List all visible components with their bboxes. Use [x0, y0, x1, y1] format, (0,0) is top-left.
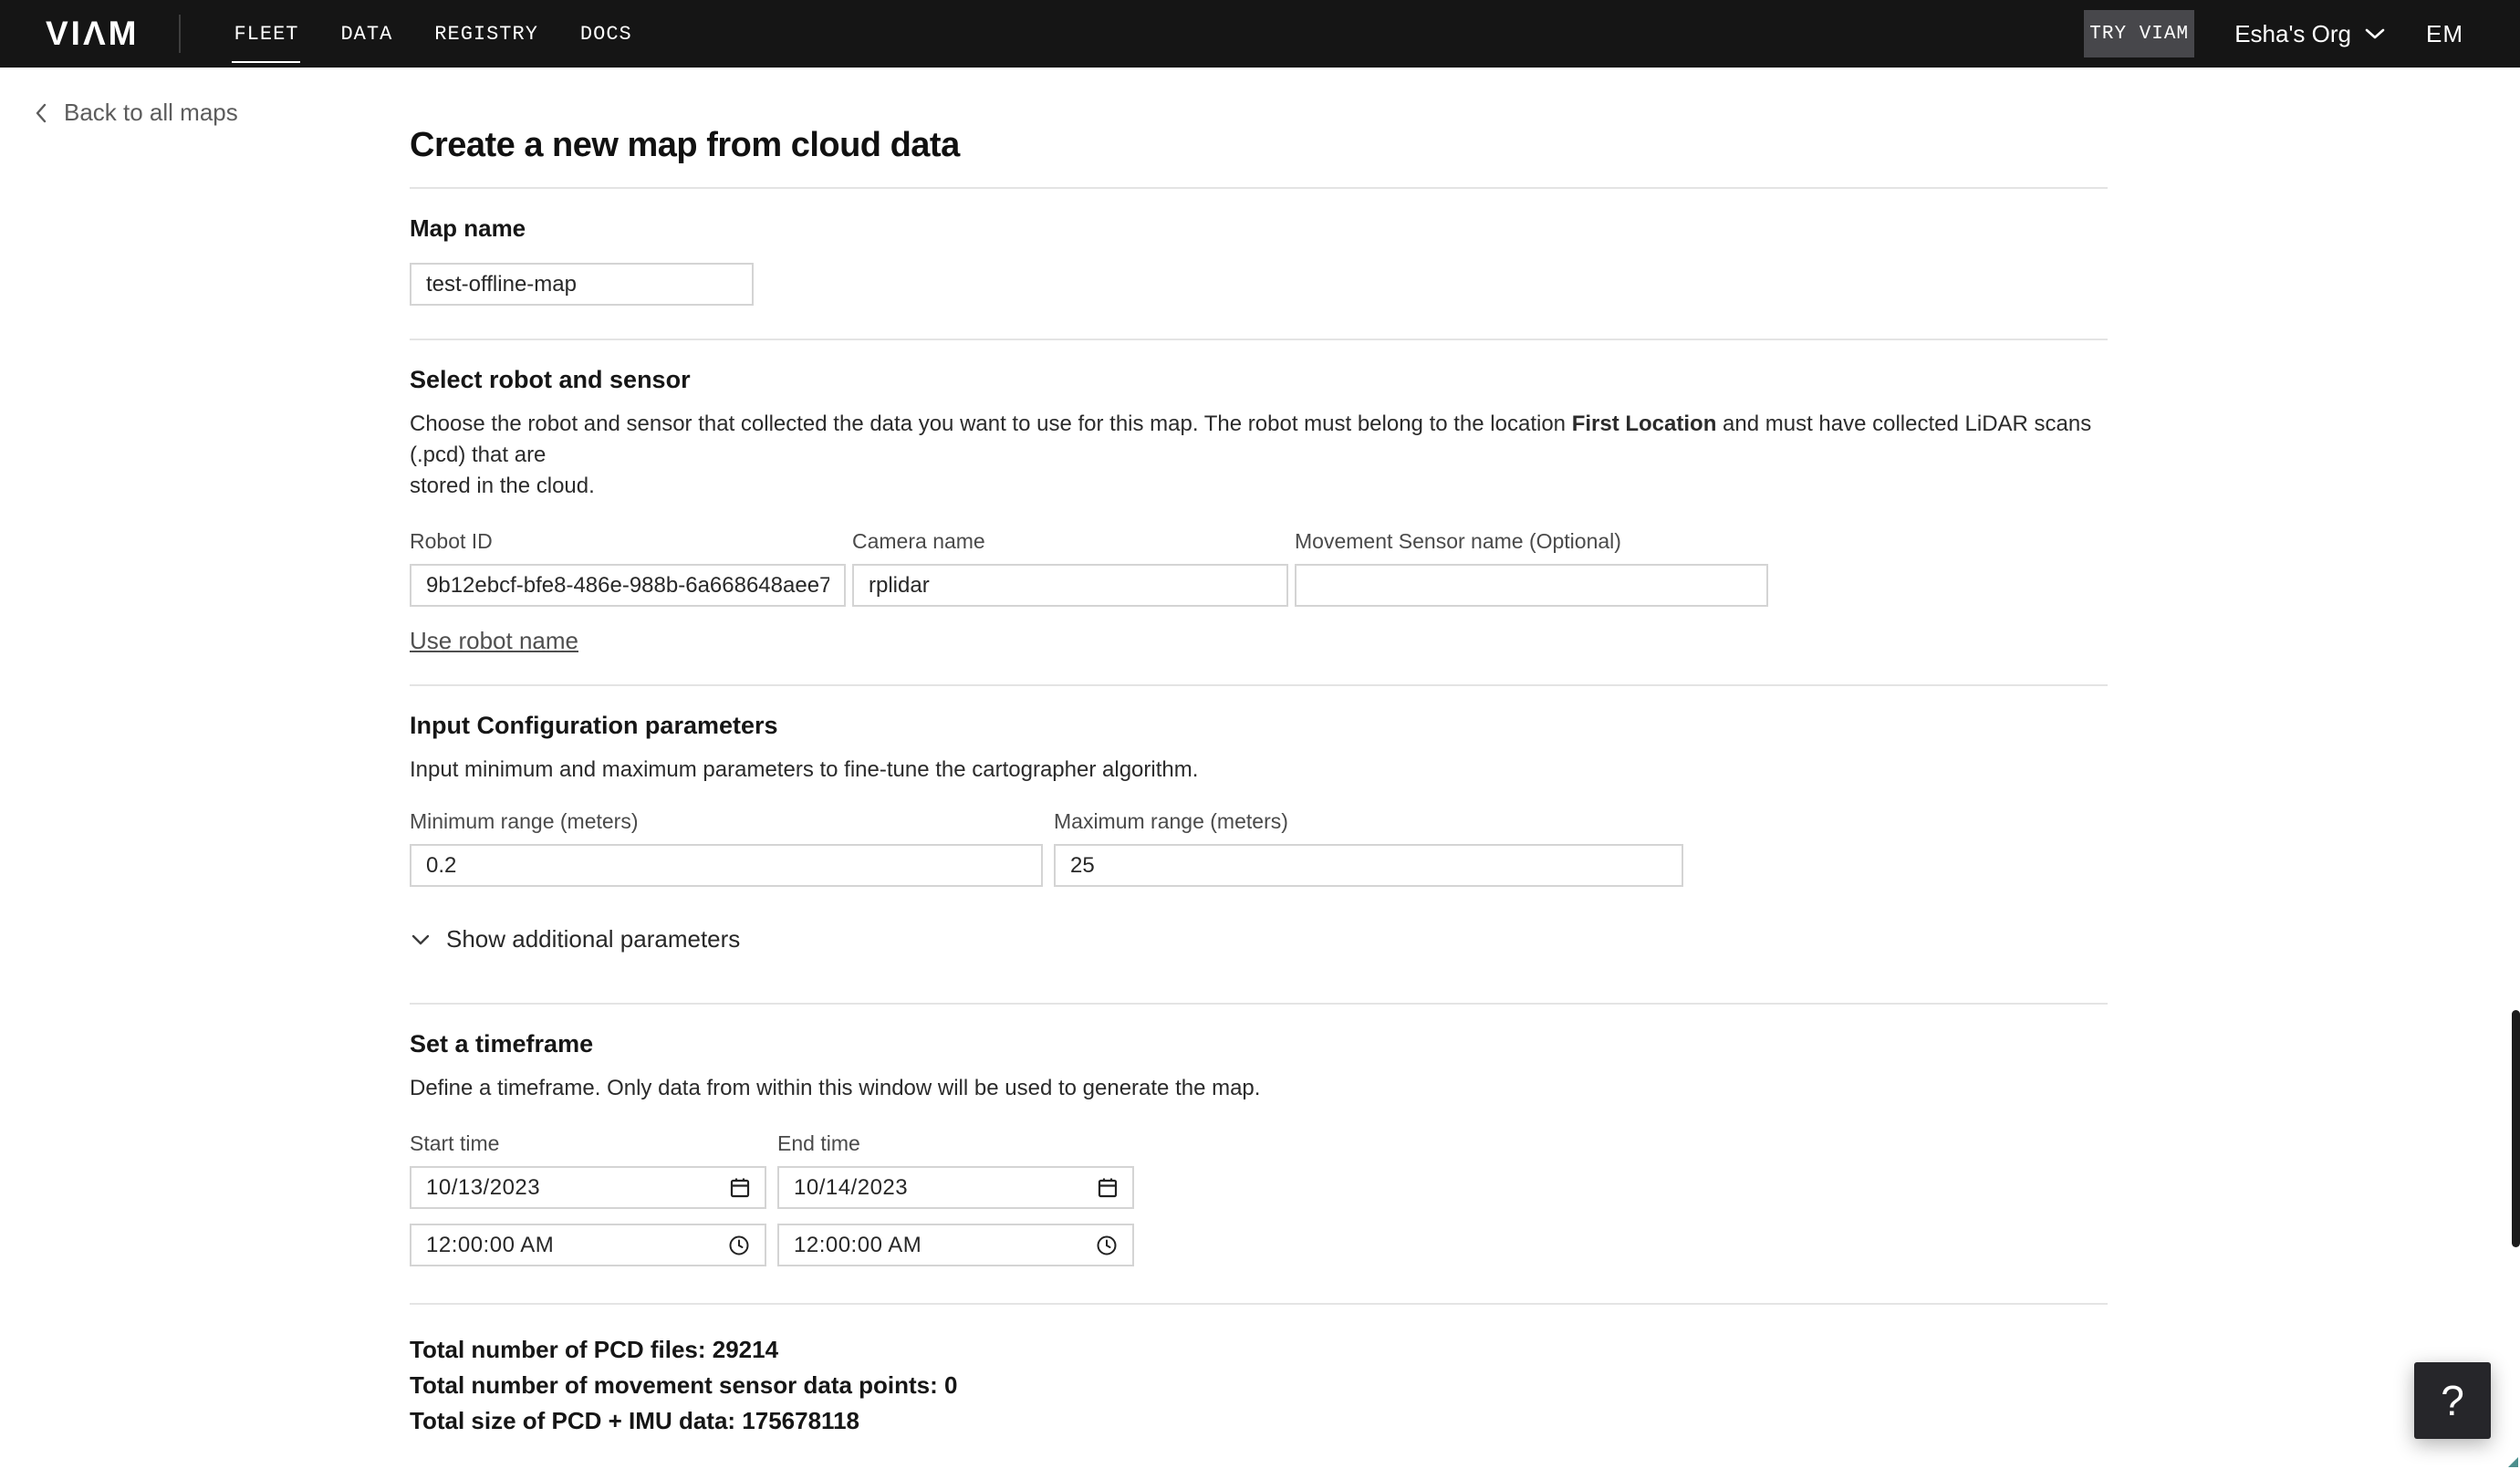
use-robot-name-link[interactable]: Use robot name — [410, 627, 578, 655]
show-additional-label: Show additional parameters — [446, 925, 741, 953]
summary-movement-points: Total number of movement sensor data poi… — [410, 1371, 958, 1399]
summary-pcd-files: Total number of PCD files: 29214 — [410, 1336, 779, 1363]
map-name-input[interactable] — [410, 263, 754, 306]
timeframe-fields-row: Start time 10/13/2023 12:00:00 AM End ti… — [410, 1131, 2108, 1266]
section-divider — [410, 339, 2108, 340]
start-time-column: Start time 10/13/2023 12:00:00 AM — [410, 1131, 766, 1266]
robot-section-description: Choose the robot and sensor that collect… — [410, 412, 2092, 498]
top-nav: VIΛM FLEET DATA REGISTRY DOCS TRY VIAM E… — [0, 0, 2520, 68]
nav-item-registry[interactable]: REGISTRY — [432, 16, 540, 53]
robot-id-label: Robot ID — [410, 529, 493, 553]
clock-icon — [1096, 1235, 1118, 1256]
start-time-input[interactable]: 12:00:00 AM — [410, 1224, 766, 1266]
end-time-label: End time — [777, 1131, 860, 1155]
config-section-heading: Input Configuration parameters — [410, 712, 778, 739]
robot-id-input[interactable] — [410, 564, 846, 607]
robot-section-heading: Select robot and sensor — [410, 366, 691, 393]
chevron-down-icon — [2364, 27, 2386, 40]
config-section-description: Input minimum and maximum parameters to … — [410, 757, 1199, 782]
data-summary: Total number of PCD files: 29214 Total n… — [410, 1332, 2108, 1439]
try-viam-button[interactable]: TRY VIAM — [2084, 10, 2195, 57]
nav-right: TRY VIAM Esha's Org EM — [2084, 10, 2463, 57]
org-name: Esha's Org — [2234, 19, 2351, 47]
max-range-label: Maximum range (meters) — [1054, 809, 1288, 833]
max-range-group: Maximum range (meters) — [1054, 809, 1683, 887]
timeframe-heading: Set a timeframe — [410, 1030, 594, 1057]
movement-sensor-label: Movement Sensor name (Optional) — [1295, 529, 1621, 553]
org-switcher[interactable]: Esha's Org — [2234, 20, 2386, 48]
chevron-down-icon — [410, 932, 432, 946]
chevron-left-icon — [35, 102, 47, 124]
help-button[interactable]: ? — [2414, 1362, 2491, 1439]
robot-fields-row: Robot ID Camera name Movement Sensor nam… — [410, 529, 2108, 607]
camera-name-label: Camera name — [852, 529, 985, 553]
scrollbar-thumb[interactable] — [2512, 1010, 2520, 1247]
nav-divider — [179, 15, 182, 53]
back-to-maps-link[interactable]: Back to all maps — [35, 99, 238, 127]
resize-grip-icon — [2508, 1457, 2518, 1467]
min-range-group: Minimum range (meters) — [410, 809, 1043, 887]
min-range-input[interactable] — [410, 844, 1043, 887]
timeframe-description: Define a timeframe. Only data from withi… — [410, 1076, 1261, 1100]
nav-menu: FLEET DATA REGISTRY DOCS — [232, 16, 634, 63]
clock-icon — [728, 1235, 750, 1256]
page-title: Create a new map from cloud data — [410, 126, 960, 164]
location-name: First Location — [1571, 412, 1717, 436]
calendar-icon — [730, 1177, 750, 1199]
nav-item-data[interactable]: DATA — [338, 16, 394, 53]
calendar-icon — [1098, 1177, 1118, 1199]
back-link-label: Back to all maps — [64, 99, 238, 126]
section-divider — [410, 1003, 2108, 1005]
create-map-page: VIΛM FLEET DATA REGISTRY DOCS TRY VIAM E… — [0, 0, 2520, 1469]
nav-item-docs[interactable]: DOCS — [578, 16, 634, 53]
range-fields-row: Minimum range (meters) Maximum range (me… — [410, 809, 2108, 887]
section-divider — [410, 684, 2108, 686]
map-name-label: Map name — [410, 214, 526, 242]
start-time-label: Start time — [410, 1131, 500, 1155]
movement-sensor-input[interactable] — [1295, 564, 1768, 607]
start-date-input[interactable]: 10/13/2023 — [410, 1166, 766, 1209]
max-range-input[interactable] — [1054, 844, 1683, 887]
min-range-label: Minimum range (meters) — [410, 809, 639, 833]
camera-name-group: Camera name — [852, 529, 1288, 607]
nav-item-fleet[interactable]: FLEET — [232, 16, 301, 63]
summary-total-size: Total size of PCD + IMU data: 175678118 — [410, 1407, 859, 1434]
end-date-input[interactable]: 10/14/2023 — [777, 1166, 1134, 1209]
movement-sensor-group: Movement Sensor name (Optional) — [1295, 529, 1768, 607]
show-additional-parameters-toggle[interactable]: Show additional parameters — [410, 925, 2108, 953]
end-time-column: End time 10/14/2023 12:00:00 AM — [777, 1131, 1134, 1266]
end-time-input[interactable]: 12:00:00 AM — [777, 1224, 1134, 1266]
camera-name-input[interactable] — [852, 564, 1288, 607]
user-avatar[interactable]: EM — [2426, 20, 2463, 48]
section-divider — [410, 187, 2108, 189]
section-divider — [410, 1303, 2108, 1305]
viam-logo[interactable]: VIΛM — [46, 15, 139, 53]
main-content: Create a new map from cloud data Map nam… — [410, 126, 2108, 1469]
robot-id-group: Robot ID — [410, 529, 846, 607]
